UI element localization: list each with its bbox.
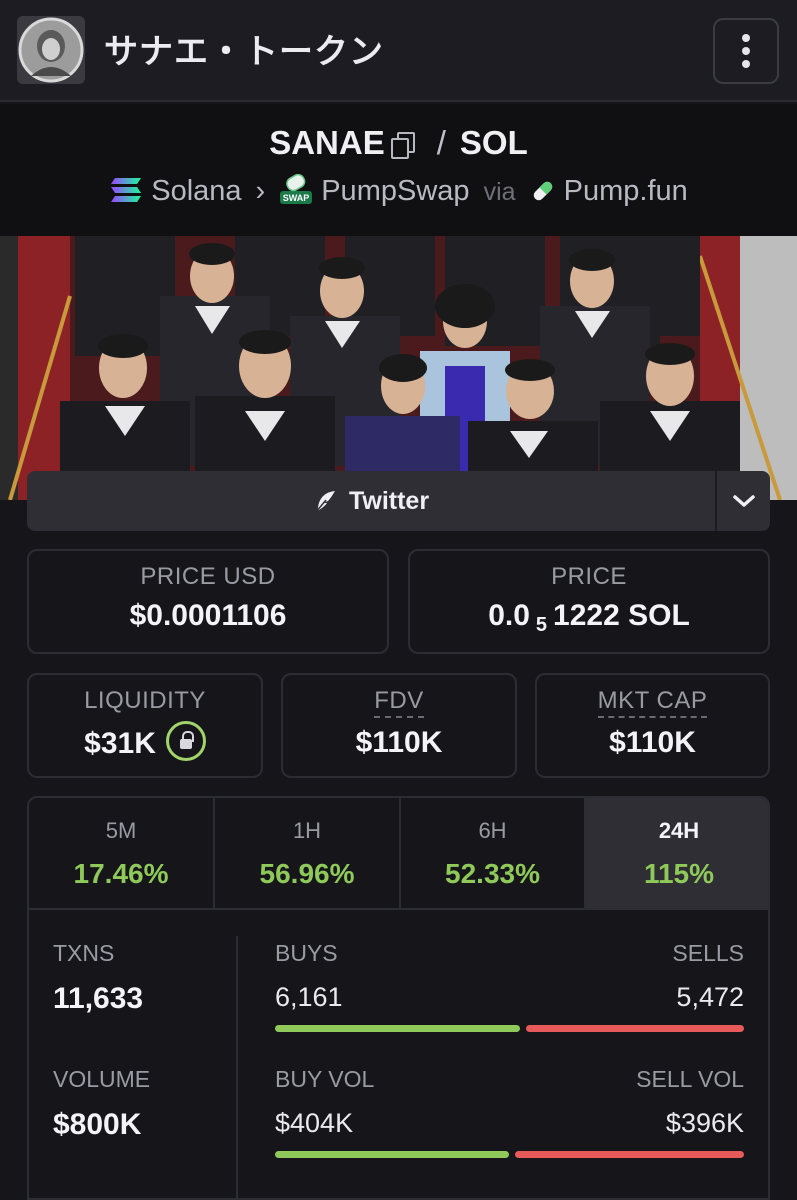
price-usd-value: $0.0001106 — [129, 599, 287, 632]
trading-stats-panel: 5M 17.46% 1H 56.96% 6H 52.33% 24H 115% T… — [27, 796, 770, 1200]
socials-expand-button[interactable] — [717, 471, 770, 531]
buys-label: BUYS — [275, 940, 338, 966]
liquidity-value-row: $31K — [29, 721, 261, 761]
chain-network[interactable]: Solana — [151, 175, 241, 207]
liquidity-label: LIQUIDITY — [84, 687, 206, 714]
price-change: 115% — [643, 858, 715, 889]
tab-label: 5M — [105, 818, 137, 843]
pumpswap-icon: SWAP — [280, 174, 313, 204]
app-header: サナエ・トークン — [0, 0, 797, 102]
mktcap-value: $110K — [609, 726, 696, 759]
tab-1h[interactable]: 1H 56.96% — [215, 798, 401, 908]
price-prefix: 0.0 — [488, 599, 530, 632]
tab-label: 24H — [658, 818, 700, 843]
sells-value: 5,472 — [676, 982, 744, 1012]
sell-vol-ratio-bar — [515, 1151, 744, 1158]
token-title: サナエ・トークン — [104, 32, 384, 72]
more-vertical-icon — [742, 34, 750, 42]
price-change: 56.96% — [259, 858, 355, 889]
buys-value: 6,161 — [275, 982, 343, 1012]
buy-vol-label: BUY VOL — [275, 1066, 375, 1092]
base-symbol: SANAE — [269, 124, 385, 161]
tab-5m[interactable]: 5M 17.46% — [29, 798, 215, 908]
pair-info: SANAE / SOL Solana › SWAP PumpSwap via Pump… — [0, 104, 797, 236]
lock-icon[interactable] — [165, 721, 206, 761]
stats-divider — [236, 936, 238, 1198]
chain-breadcrumb: Solana › SWAP PumpSwap via Pump.fun — [0, 174, 797, 208]
mktcap-card: MKT CAP $110K — [535, 673, 770, 778]
price-usd-card: PRICE USD $0.0001106 — [27, 549, 389, 654]
chevron-right-icon: › — [255, 175, 266, 207]
copy-icon[interactable] — [390, 132, 415, 159]
activity-stats: TXNS 11,633 BUYS SELLS 6,161 5,472 VOLUM… — [29, 910, 768, 1198]
price-usd-label: PRICE USD — [140, 563, 276, 590]
fdv-card: FDV $110K — [281, 673, 517, 778]
tab-24h[interactable]: 24H 115% — [586, 798, 768, 908]
sell-vol-label: SELL VOL — [636, 1066, 744, 1092]
token-avatar-image — [17, 16, 85, 84]
group-photo-illustration — [0, 236, 797, 500]
twitter-label: Twitter — [348, 486, 430, 515]
liquidity-card: LIQUIDITY $31K — [27, 673, 263, 778]
solana-icon — [111, 178, 142, 202]
price-native-value: 0.0 5 1222 SOL — [410, 599, 768, 637]
fdv-label[interactable]: FDV — [374, 687, 424, 718]
launchpad-name[interactable]: Pump.fun — [564, 175, 688, 207]
liquidity-value: $31K — [84, 727, 156, 760]
tab-6h[interactable]: 6H 52.33% — [401, 798, 586, 908]
chevron-down-icon — [732, 495, 755, 507]
buy-vol-value: $404K — [275, 1108, 354, 1138]
via-label: via — [483, 178, 516, 206]
sells-label: SELLS — [672, 940, 744, 966]
fdv-value: $110K — [355, 726, 443, 759]
pair-separator: / — [436, 124, 446, 161]
txns-label: TXNS — [53, 940, 115, 966]
sells-ratio-bar — [526, 1025, 744, 1032]
tab-label: 6H — [478, 818, 507, 843]
timeframe-tabs: 5M 17.46% 1H 56.96% 6H 52.33% 24H 115% — [29, 798, 768, 910]
feather-icon — [315, 491, 335, 513]
price-zero-count: 5 — [535, 614, 548, 636]
pumpfun-icon — [533, 181, 552, 201]
txns-value: 11,633 — [53, 982, 144, 1015]
volume-value: $800K — [53, 1108, 142, 1141]
socials-bar: Twitter — [27, 471, 770, 531]
price-change: 17.46% — [73, 858, 169, 889]
token-avatar[interactable] — [17, 16, 85, 84]
swap-badge-text: SWAP — [283, 193, 310, 203]
pair-title: SANAE / SOL — [0, 124, 797, 162]
buys-ratio-bar — [275, 1025, 520, 1032]
quote-symbol: SOL — [459, 124, 528, 161]
price-suffix: 1222 SOL — [553, 599, 690, 632]
twitter-button[interactable]: Twitter — [27, 471, 715, 531]
dex-name[interactable]: PumpSwap — [321, 175, 469, 207]
price-change: 52.33% — [445, 858, 540, 889]
tab-label: 1H — [292, 818, 322, 843]
volume-label: VOLUME — [53, 1066, 151, 1092]
more-menu-button[interactable] — [713, 18, 779, 84]
token-banner-image — [0, 236, 797, 500]
mktcap-label[interactable]: MKT CAP — [597, 687, 708, 718]
sell-vol-value: $396K — [665, 1108, 744, 1138]
price-native-card: PRICE 0.0 5 1222 SOL — [408, 549, 770, 654]
buy-vol-ratio-bar — [275, 1151, 509, 1158]
price-native-label: PRICE — [551, 563, 627, 590]
